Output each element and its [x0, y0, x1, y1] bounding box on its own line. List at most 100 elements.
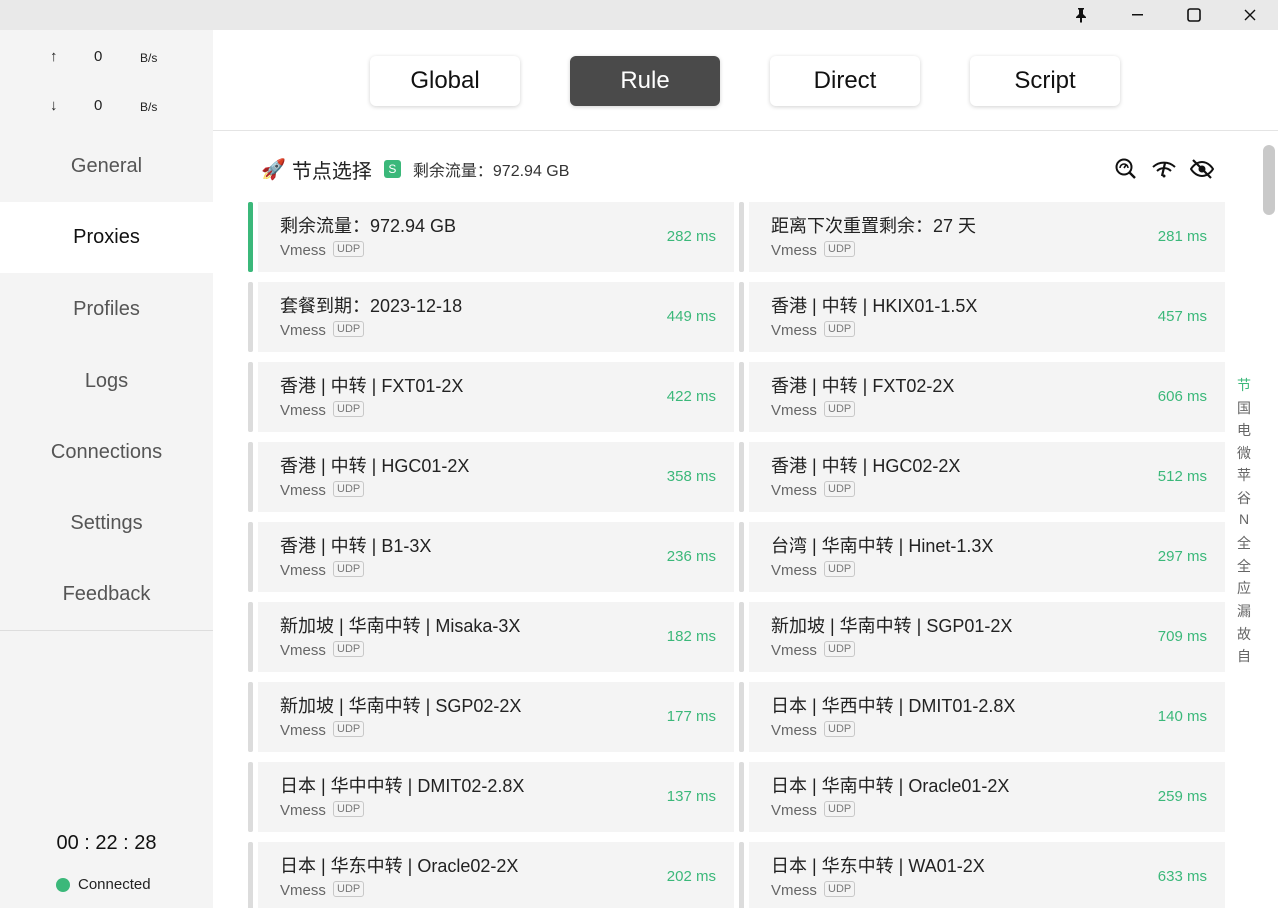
sidebar-item-label: Proxies	[73, 226, 140, 248]
mode-label: Global	[410, 67, 480, 94]
group-index-item[interactable]: 电	[1237, 420, 1251, 443]
proxy-delay[interactable]: 281 ms	[1158, 228, 1207, 245]
minimize-button[interactable]	[1110, 0, 1166, 30]
proxy-card[interactable]: 香港 | 中转 | HGC01-2X Vmess UDP 358 ms	[248, 442, 734, 512]
mode-script-button[interactable]: Script	[970, 56, 1120, 106]
sidebar-item-proxies[interactable]: Proxies	[0, 202, 213, 273]
udp-badge: UDP	[824, 321, 856, 337]
proxy-selection-bar	[739, 282, 744, 352]
proxy-card[interactable]: 距离下次重置剩余：27 天 Vmess UDP 281 ms	[739, 202, 1225, 272]
sidebar-item-label: Settings	[70, 511, 143, 534]
proxy-card[interactable]: 香港 | 中转 | HGC02-2X Vmess UDP 512 ms	[739, 442, 1225, 512]
group-index-item[interactable]: 全	[1237, 556, 1251, 579]
download-unit: B/s	[140, 100, 158, 114]
udp-badge: UDP	[333, 641, 365, 657]
proxy-delay[interactable]: 282 ms	[667, 228, 716, 245]
download-arrow-icon: ↓	[50, 97, 58, 114]
upload-value: 0	[94, 48, 103, 65]
proxy-type: Vmess	[280, 242, 326, 259]
group-index-item[interactable]: 漏	[1237, 601, 1251, 624]
proxy-type: Vmess	[280, 722, 326, 739]
sidebar-item-settings[interactable]: Settings	[0, 487, 213, 559]
uptime-timer: 00 : 22 : 28	[56, 832, 157, 854]
proxy-card[interactable]: 香港 | 中转 | FXT02-2X Vmess UDP 606 ms	[739, 362, 1225, 432]
group-index-item[interactable]: 自	[1237, 646, 1251, 669]
proxy-selection-bar	[739, 442, 744, 512]
proxy-delay[interactable]: 422 ms	[667, 388, 716, 405]
proxy-type: Vmess	[280, 642, 326, 659]
sidebar-item-profiles[interactable]: Profiles	[0, 273, 213, 345]
upload-unit: B/s	[140, 51, 158, 65]
proxy-card[interactable]: 新加坡 | 华南中转 | SGP01-2X Vmess UDP 709 ms	[739, 602, 1225, 672]
proxy-name: 香港 | 中转 | HGC02-2X	[771, 456, 961, 476]
proxy-delay[interactable]: 457 ms	[1158, 308, 1207, 325]
proxy-card[interactable]: 日本 | 华东中转 | Oracle02-2X Vmess UDP 202 ms	[248, 842, 734, 908]
proxy-selection-bar	[248, 522, 253, 592]
pin-icon[interactable]	[1053, 0, 1109, 30]
scrollbar-thumb[interactable]	[1263, 145, 1275, 215]
proxy-card[interactable]: 日本 | 华南中转 | Oracle01-2X Vmess UDP 259 ms	[739, 762, 1225, 832]
udp-badge: UDP	[824, 801, 856, 817]
proxy-delay[interactable]: 606 ms	[1158, 388, 1207, 405]
proxy-group-header[interactable]: 🚀 节点选择 S 剩余流量：972.94 GB	[261, 155, 569, 183]
group-traffic-note: 剩余流量：972.94 GB	[412, 163, 570, 180]
mode-direct-button[interactable]: Direct	[770, 56, 920, 106]
proxy-card[interactable]: 日本 | 华中中转 | DMIT02-2.8X Vmess UDP 137 ms	[248, 762, 734, 832]
proxy-delay[interactable]: 182 ms	[667, 628, 716, 645]
sidebar-item-general[interactable]: General	[0, 130, 213, 202]
proxy-delay[interactable]: 633 ms	[1158, 868, 1207, 885]
group-index-item[interactable]: 谷	[1237, 488, 1251, 511]
proxy-card[interactable]: 套餐到期：2023-12-18 Vmess UDP 449 ms	[248, 282, 734, 352]
proxy-name: 香港 | 中转 | FXT02-2X	[771, 376, 955, 396]
mode-label: Rule	[620, 67, 670, 94]
sidebar: ↑ 0 B/s ↓ 0 B/s General Proxies Profiles…	[0, 30, 213, 908]
group-index-item[interactable]: 微	[1237, 443, 1251, 466]
proxy-delay[interactable]: 140 ms	[1158, 708, 1207, 725]
proxy-card[interactable]: 新加坡 | 华南中转 | SGP02-2X Vmess UDP 177 ms	[248, 682, 734, 752]
proxy-type: Vmess	[771, 322, 817, 339]
proxy-card[interactable]: 日本 | 华东中转 | WA01-2X Vmess UDP 633 ms	[739, 842, 1225, 908]
mode-global-button[interactable]: Global	[370, 56, 520, 106]
proxy-delay[interactable]: 297 ms	[1158, 548, 1207, 565]
proxy-delay[interactable]: 449 ms	[667, 308, 716, 325]
status-dot-icon	[56, 877, 70, 892]
proxy-card[interactable]: 剩余流量：972.94 GB Vmess UDP 282 ms	[248, 202, 734, 272]
proxy-delay[interactable]: 202 ms	[667, 868, 716, 885]
sidebar-item-feedback[interactable]: Feedback	[0, 558, 213, 630]
proxy-delay[interactable]: 358 ms	[667, 468, 716, 485]
group-index-item[interactable]: 故	[1237, 624, 1251, 647]
group-name: 节点选择	[291, 160, 372, 183]
mode-rule-button[interactable]: Rule	[570, 56, 720, 106]
proxy-delay[interactable]: 177 ms	[667, 708, 716, 725]
rocket-icon: 🚀	[261, 158, 286, 181]
sidebar-item-connections[interactable]: Connections	[0, 416, 213, 488]
wifi-speed-icon[interactable]	[1152, 157, 1176, 181]
udp-badge: UDP	[824, 641, 856, 657]
group-index-item[interactable]: 全	[1237, 533, 1251, 556]
proxy-delay[interactable]: 259 ms	[1158, 788, 1207, 805]
proxy-card[interactable]: 台湾 | 华南中转 | Hinet-1.3X Vmess UDP 297 ms	[739, 522, 1225, 592]
group-index-item[interactable]: 节	[1237, 375, 1251, 398]
proxy-card[interactable]: 新加坡 | 华南中转 | Misaka-3X Vmess UDP 182 ms	[248, 602, 734, 672]
eye-off-icon[interactable]	[1189, 157, 1215, 181]
group-index-item[interactable]: 国	[1237, 398, 1251, 421]
proxy-card[interactable]: 香港 | 中转 | FXT01-2X Vmess UDP 422 ms	[248, 362, 734, 432]
proxy-selection-bar	[248, 762, 253, 832]
group-index-item[interactable]: 应	[1237, 578, 1251, 601]
sidebar-item-label: Logs	[84, 369, 129, 392]
title-bar	[0, 0, 1278, 30]
proxy-card[interactable]: 日本 | 华西中转 | DMIT01-2.8X Vmess UDP 140 ms	[739, 682, 1225, 752]
proxy-delay[interactable]: 512 ms	[1158, 468, 1207, 485]
maximize-button[interactable]	[1166, 0, 1222, 30]
search-latency-icon[interactable]	[1114, 157, 1138, 181]
proxy-name: 日本 | 华中中转 | DMIT02-2.8X	[280, 776, 525, 796]
sidebar-item-logs[interactable]: Logs	[0, 345, 213, 417]
proxy-delay[interactable]: 137 ms	[667, 788, 716, 805]
proxy-delay[interactable]: 236 ms	[667, 548, 716, 565]
group-index-item[interactable]: N	[1237, 511, 1251, 534]
proxy-card[interactable]: 香港 | 中转 | HKIX01-1.5X Vmess UDP 457 ms	[739, 282, 1225, 352]
proxy-delay[interactable]: 709 ms	[1158, 628, 1207, 645]
group-index-item[interactable]: 苹	[1237, 465, 1251, 488]
proxy-card[interactable]: 香港 | 中转 | B1-3X Vmess UDP 236 ms	[248, 522, 734, 592]
close-button[interactable]	[1222, 0, 1278, 30]
